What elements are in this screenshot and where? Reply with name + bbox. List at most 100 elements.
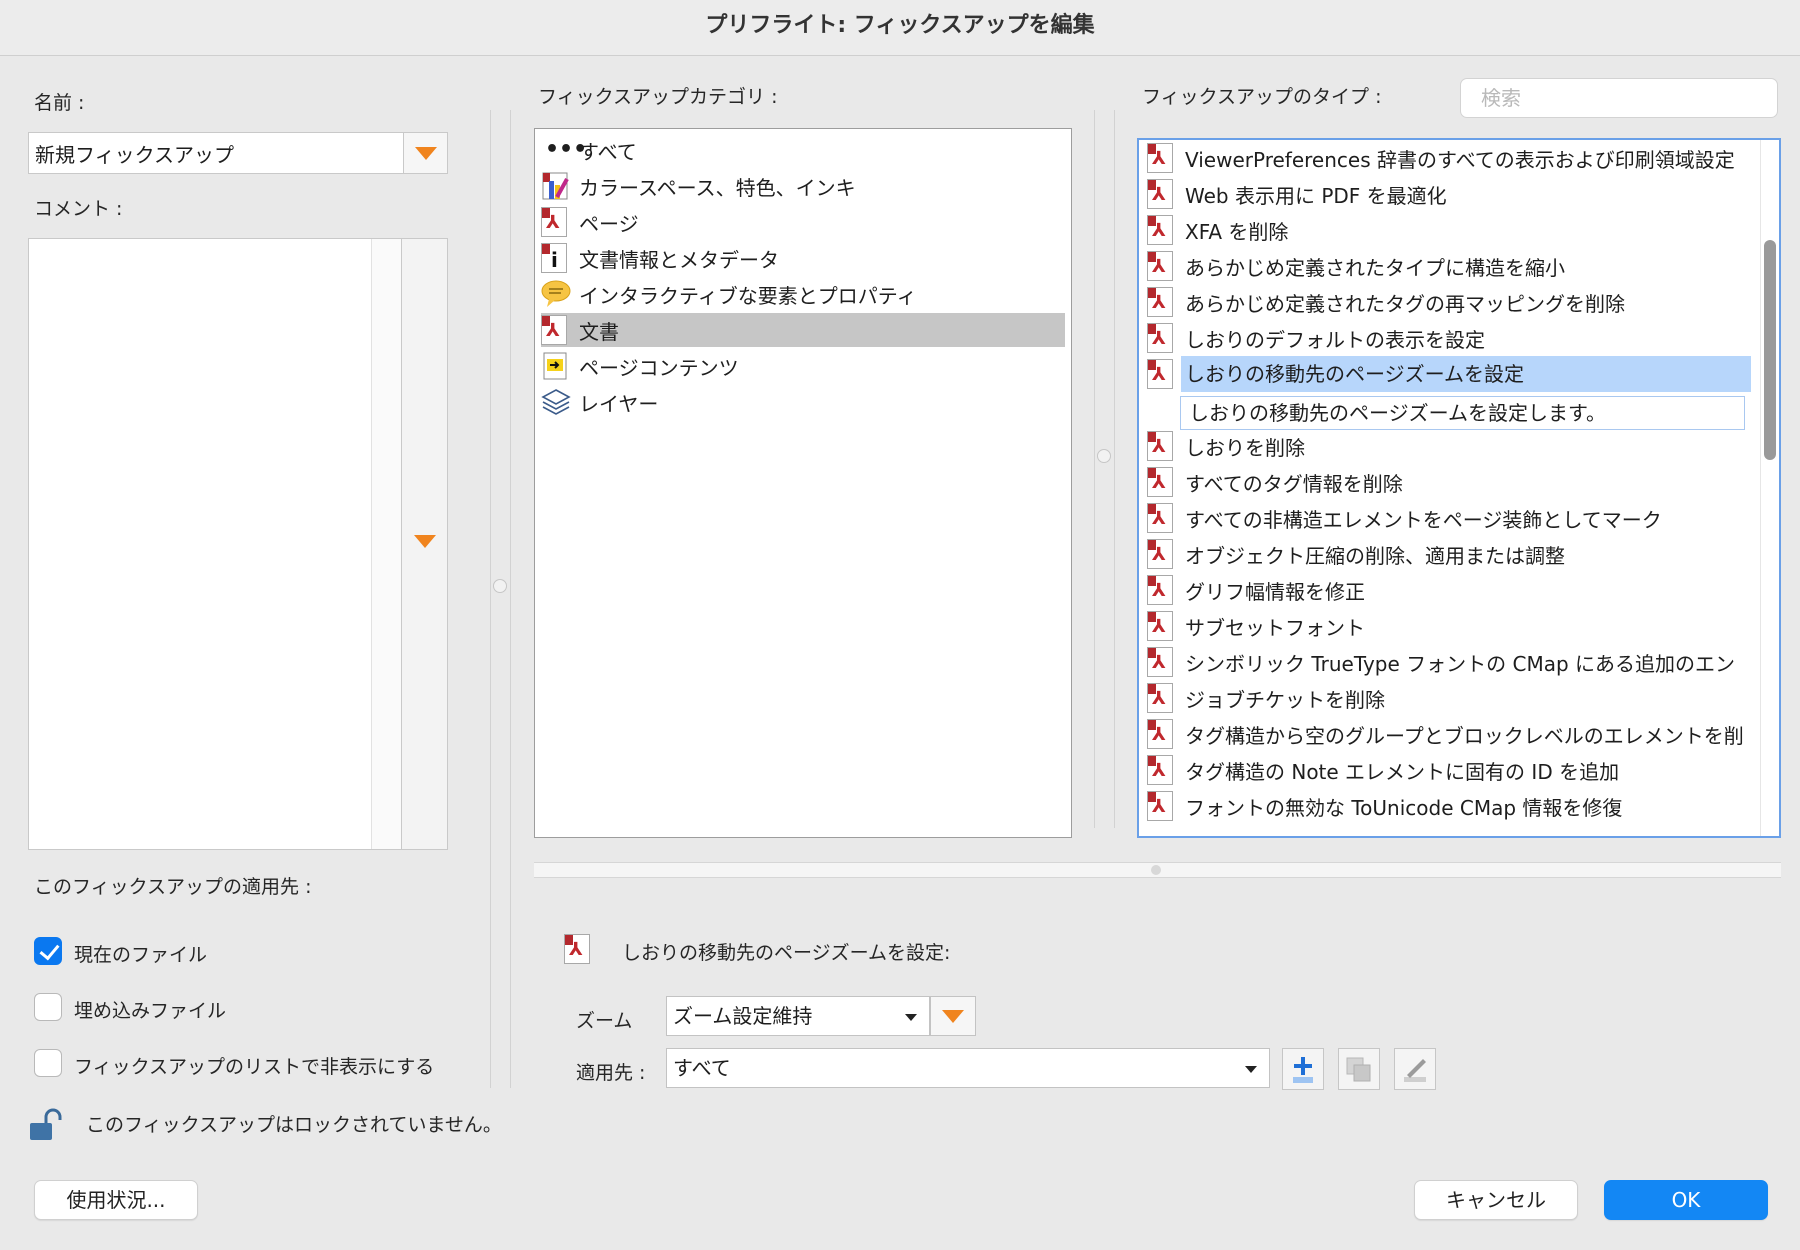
type-item[interactable]: ⅄ Web 表示用に PDF を最適化 [1147, 176, 1751, 212]
applies-to-label: このフィックスアップの適用先 : [34, 876, 312, 898]
pdf-icon: ⅄ [1147, 539, 1173, 569]
document-info-icon: i [541, 243, 571, 273]
unlocked-padlock-icon[interactable] [28, 1108, 64, 1142]
category-item-label: すべて [579, 139, 637, 164]
name-label: 名前 : [34, 92, 85, 114]
category-item-layers[interactable]: レイヤー [541, 385, 1065, 419]
category-item-label: インタラクティブな要素とプロパティ [579, 283, 917, 308]
usage-button[interactable]: 使用状況... [34, 1180, 198, 1220]
apply-to-select[interactable]: すべて [666, 1048, 1270, 1088]
page-content-icon [541, 351, 571, 381]
category-item-label: 文書情報とメタデータ [579, 247, 779, 272]
checkbox-unchecked-icon[interactable] [34, 993, 62, 1021]
category-item-document[interactable]: ⅄ 文書 [541, 313, 1065, 347]
lock-status: このフィックスアップはロックされていません。 [28, 1104, 508, 1144]
type-item[interactable]: ⅄ あらかじめ定義されたタイプに構造を縮小 [1147, 248, 1751, 284]
comment-dropdown-button[interactable] [401, 239, 447, 849]
category-item-all[interactable]: ••• すべて [541, 133, 1065, 167]
category-item-page[interactable]: ⅄ ページ [541, 205, 1065, 239]
category-item-interactive[interactable]: インタラクティブな要素とプロパティ [541, 277, 1065, 311]
splitter-grip-bottom[interactable] [1151, 865, 1161, 875]
checkbox-embedded-files[interactable]: 埋め込みファイル [34, 992, 474, 1024]
type-item[interactable]: ⅄ タグ構造から空のグループとブロックレベルのエレメントを削 [1147, 716, 1751, 752]
checkbox-label: フィックスアップのリストで非表示にする [74, 1056, 435, 1078]
add-button[interactable] [1282, 1048, 1324, 1090]
search-input[interactable]: 検索 [1460, 78, 1778, 118]
ellipsis-icon: ••• [545, 137, 588, 162]
color-space-icon [541, 171, 571, 201]
type-item[interactable]: ⅄ グリフ幅情報を修正 [1147, 572, 1751, 608]
category-label: フィックスアップカテゴリ : [538, 86, 778, 108]
category-item-label: ページ [579, 211, 639, 236]
type-item[interactable]: ⅄ タグ構造の Note エレメントに固有の ID を追加 [1147, 752, 1751, 788]
type-item[interactable]: ⅄ しおりを削除 [1147, 428, 1751, 464]
checkbox-checked-icon[interactable] [34, 937, 62, 965]
type-description-tooltip: しおりの移動先のページズームを設定します。 [1180, 396, 1745, 430]
pdf-icon: ⅄ [1147, 215, 1173, 245]
pdf-document-icon: ⅄ [541, 315, 571, 345]
pdf-icon: ⅄ [1147, 287, 1173, 317]
zoom-select-value: ズーム設定維持 [673, 1004, 813, 1028]
type-item[interactable]: ⅄ しおりのデフォルトの表示を設定 [1147, 320, 1751, 356]
ok-button[interactable]: OK [1604, 1180, 1768, 1220]
dropdown-arrow-icon [415, 147, 437, 160]
checkbox-current-file[interactable]: 現在のファイル [34, 936, 474, 968]
splitter-grip-left[interactable] [493, 579, 507, 593]
edit-button[interactable] [1394, 1048, 1436, 1090]
category-item-docinfo[interactable]: i 文書情報とメタデータ [541, 241, 1065, 275]
category-item-label: ページコンテンツ [579, 355, 739, 380]
pdf-icon: ⅄ [1147, 179, 1173, 209]
type-item[interactable]: ⅄ ジョブチケットを削除 [1147, 680, 1751, 716]
type-list[interactable]: ⅄ ViewerPreferences 辞書のすべての表示および印刷領域設定 ⅄ W… [1137, 138, 1781, 838]
checkbox-label: 現在のファイル [74, 944, 208, 966]
splitter-middle-edge [1114, 110, 1115, 828]
zoom-options-button[interactable] [930, 996, 976, 1036]
type-item[interactable]: ⅄ フォントの無効な ToUnicode CMap 情報を修復 [1147, 788, 1751, 824]
pdf-icon: ⅄ [1147, 359, 1173, 389]
scrollbar-thumb[interactable] [1764, 240, 1776, 460]
type-item[interactable]: ⅄ すべてのタグ情報を削除 [1147, 464, 1751, 500]
splitter-grip-middle[interactable] [1097, 449, 1111, 463]
comment-textarea[interactable] [28, 238, 448, 850]
type-item[interactable]: ⅄ ViewerPreferences 辞書のすべての表示および印刷領域設定 [1147, 140, 1751, 176]
type-item[interactable]: ⅄ サブセットフォント [1147, 608, 1751, 644]
apply-to-label: 適用先 : [576, 1062, 646, 1084]
pdf-icon: ⅄ [1147, 683, 1173, 713]
pencil-icon [1404, 1059, 1426, 1082]
type-item[interactable]: ⅄ オブジェクト圧縮の削除、適用または調整 [1147, 536, 1751, 572]
pdf-icon: ⅄ [564, 934, 590, 964]
zoom-select[interactable]: ズーム設定維持 [666, 996, 930, 1036]
pdf-icon: ⅄ [1147, 791, 1173, 821]
comment-label: コメント : [34, 198, 123, 220]
type-item-selected[interactable]: ⅄ しおりの移動先のページズームを設定 [1147, 356, 1751, 392]
category-item-page-content[interactable]: ページコンテンツ [541, 349, 1065, 383]
type-list-scrollbar[interactable] [1760, 140, 1778, 836]
splitter-left-edge [510, 110, 511, 1088]
category-item-label: レイヤー [579, 391, 659, 416]
category-item-color[interactable]: カラースペース、特色、インキ [541, 169, 1065, 203]
duplicate-icon [1346, 1057, 1371, 1082]
layers-icon [541, 387, 571, 417]
type-item[interactable]: ⅄ シンボリック TrueType フォントの CMap にある追加のエン [1147, 644, 1751, 680]
lock-status-text: このフィックスアップはロックされていません。 [86, 1114, 502, 1136]
name-input[interactable] [29, 133, 403, 173]
checkbox-unchecked-icon[interactable] [34, 1049, 62, 1077]
detail-heading: しおりの移動先のページズームを設定: [622, 942, 951, 964]
duplicate-button[interactable] [1338, 1048, 1380, 1090]
type-item[interactable]: ⅄ すべての非構造エレメントをページ装飾としてマーク [1147, 500, 1751, 536]
name-dropdown-button[interactable] [403, 133, 447, 173]
pdf-icon: ⅄ [1147, 719, 1173, 749]
chevron-down-icon [905, 1014, 917, 1021]
category-list[interactable]: ••• すべて カラースペース、特色、インキ ⅄ ページ i 文書情報とメタデー… [534, 128, 1072, 838]
type-item[interactable]: ⅄ XFA を削除 [1147, 212, 1751, 248]
comment-scrollbar[interactable] [371, 239, 401, 849]
checkbox-hide-in-list[interactable]: フィックスアップのリストで非表示にする [34, 1048, 474, 1080]
type-label: フィックスアップのタイプ : [1142, 86, 1382, 108]
type-item[interactable]: ⅄ あらかじめ定義されたタグの再マッピングを削除 [1147, 284, 1751, 320]
name-combobox[interactable] [28, 132, 448, 174]
horizontal-splitter[interactable] [534, 862, 1781, 878]
cancel-button[interactable]: キャンセル [1414, 1180, 1578, 1220]
splitter-left[interactable] [490, 110, 491, 1088]
window-title: プリフライト: フィックスアップを編集 [0, 0, 1800, 56]
splitter-middle[interactable] [1094, 110, 1095, 828]
